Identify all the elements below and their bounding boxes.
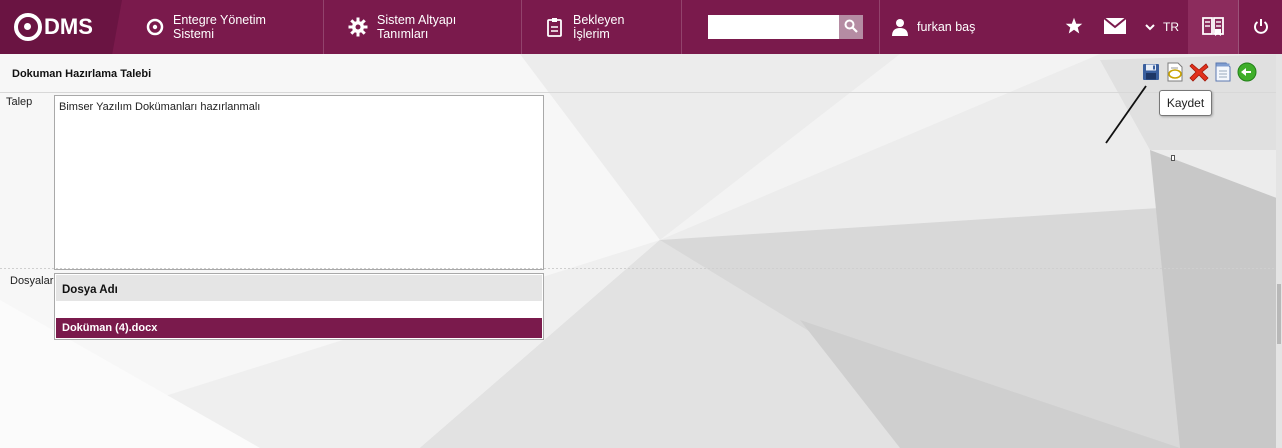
delete-icon: [1189, 62, 1209, 85]
help-book-button[interactable]: [1188, 0, 1238, 54]
nav-entegre-yonetim-sistemi[interactable]: Entegre Yönetim Sistemi: [122, 0, 324, 54]
new-document-button[interactable]: [1212, 62, 1234, 84]
delete-button[interactable]: [1188, 62, 1210, 84]
q-logo-icon: [14, 13, 42, 41]
user-icon: [892, 18, 908, 36]
search-button[interactable]: [839, 15, 863, 39]
book-icon: [1201, 15, 1225, 40]
user-menu[interactable]: furkan baş: [880, 0, 1050, 54]
files-grid: Dosya Adı Doküman (4).docx: [54, 273, 544, 340]
star-icon: [1065, 17, 1083, 38]
messages-button[interactable]: [1094, 0, 1136, 54]
save-tooltip: Kaydet: [1159, 90, 1212, 116]
nav-label: Sistem Altyapı Tanımları: [377, 13, 457, 41]
mail-icon: [1103, 16, 1127, 37]
search-icon: [844, 19, 858, 36]
table-row[interactable]: Doküman (4).docx: [56, 318, 542, 338]
language-selector[interactable]: TR: [1136, 0, 1188, 54]
logout-button[interactable]: [1238, 0, 1282, 54]
chevron-down-icon: [1145, 23, 1155, 31]
back-arrow-icon: [1237, 62, 1257, 85]
page-title: Dokuman Hazırlama Talebi: [12, 68, 152, 80]
nav-bekleyen-islerim[interactable]: Bekleyen İşlerim: [522, 0, 682, 54]
gear-icon: [348, 17, 368, 37]
top-navigation-bar: DMS Entegre Yönetim Sistemi Sistem Altya…: [0, 0, 1282, 54]
search-input[interactable]: [708, 15, 839, 39]
talep-label: Talep: [6, 96, 33, 108]
favorites-button[interactable]: [1054, 0, 1094, 54]
document-icon: [1214, 62, 1232, 85]
clipboard-icon: [546, 17, 564, 37]
search-area: [682, 0, 880, 54]
logo-text: DMS: [44, 14, 93, 39]
user-name: furkan baş: [917, 20, 976, 34]
nav-sistem-altyapi-tanimlari[interactable]: Sistem Altyapı Tanımları: [324, 0, 522, 54]
title-divider: [0, 92, 1282, 93]
form-toolbar: [1140, 62, 1258, 84]
section-divider: [0, 268, 1282, 269]
dosyalar-label: Dosyalar: [10, 275, 54, 287]
nav-label: Entegre Yönetim Sistemi: [173, 13, 266, 41]
tooltip-pointer-line: [1105, 85, 1147, 144]
grid-column-header[interactable]: Dosya Adı: [56, 275, 542, 301]
power-icon: [1253, 18, 1269, 37]
page-scrollbar[interactable]: [1276, 54, 1282, 448]
back-button[interactable]: [1236, 62, 1258, 84]
edit-document-icon: [1166, 62, 1184, 85]
q-logo-icon: [146, 18, 164, 36]
dms-logo[interactable]: DMS: [0, 0, 122, 54]
talep-textarea[interactable]: Bimser Yazılım Dokümanları hazırlanmalı: [54, 95, 544, 270]
main-content: Dokuman Hazırlama Talebi Kaydet Talep Bi…: [0, 54, 1282, 448]
language-code: TR: [1163, 20, 1179, 34]
save-icon: [1142, 63, 1160, 84]
header-right-icons: TR: [1054, 0, 1282, 54]
small-marker: [1171, 155, 1175, 161]
save-button[interactable]: [1140, 62, 1162, 84]
nav-label: Bekleyen İşlerim: [573, 13, 625, 41]
edit-document-button[interactable]: [1164, 62, 1186, 84]
